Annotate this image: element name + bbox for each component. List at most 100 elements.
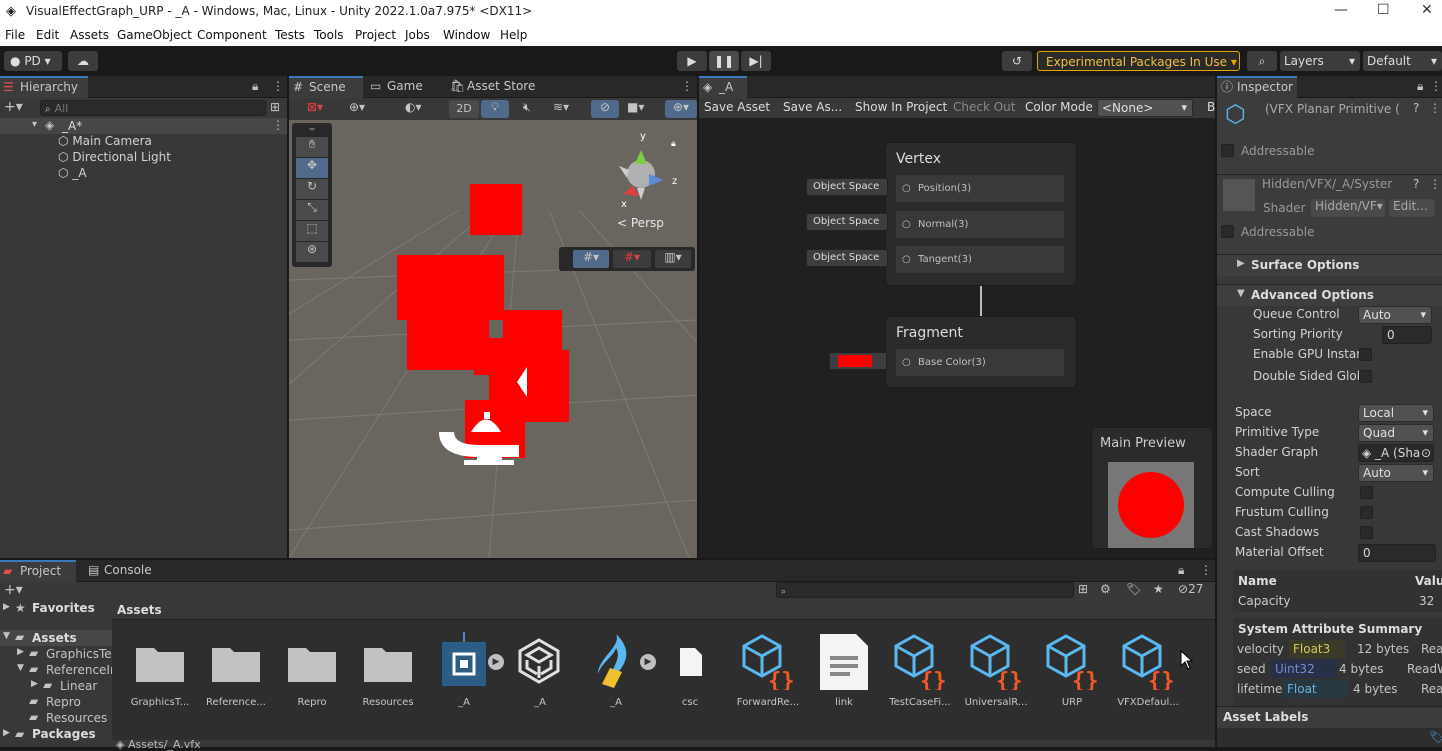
play-preview-icon[interactable]: ▶	[640, 654, 656, 670]
favorite-icon[interactable]: ★	[1153, 582, 1164, 596]
compute-culling-checkbox[interactable]	[1360, 486, 1373, 499]
addressable-checkbox[interactable]	[1221, 225, 1234, 238]
edit-shader-button[interactable]: Edit...	[1389, 199, 1435, 217]
shader-dropdown[interactable]: Hidden/VF▾	[1311, 199, 1385, 217]
base-color-port[interactable]: ○ Base Color(3)	[896, 349, 1064, 376]
assets-breadcrumb[interactable]: Assets	[117, 603, 162, 617]
menu-assets[interactable]: Assets	[70, 28, 109, 42]
menu-jobs[interactable]: Jobs	[405, 28, 430, 42]
tab-hierarchy[interactable]: ☰ Hierarchy	[0, 76, 88, 98]
position-port[interactable]: ○ Position(3)	[896, 175, 1064, 202]
2d-toggle[interactable]: 2D	[449, 100, 479, 118]
close-icon[interactable]: ✕	[1421, 2, 1433, 18]
transform-tool-icon[interactable]: ⊛	[296, 242, 328, 262]
menu-file[interactable]: File	[5, 28, 25, 42]
search-icon[interactable]: ⌕	[1247, 51, 1277, 71]
tab-inspector[interactable]: ⓘ Inspector	[1217, 76, 1297, 98]
hand-tool-icon[interactable]: ✋︎	[296, 137, 328, 157]
queue-control-dropdown[interactable]: Auto	[1358, 306, 1432, 324]
tree-item[interactable]: ▰ Repro	[0, 694, 112, 710]
object-picker-icon[interactable]: ⊙	[1420, 445, 1431, 461]
scale-tool-icon[interactable]: ⤡	[296, 200, 328, 220]
minimize-icon[interactable]: —	[1334, 2, 1348, 18]
history-icon[interactable]: ↺	[1002, 51, 1032, 71]
experimental-packages-button[interactable]: Experimental Packages In Use ▾	[1037, 51, 1240, 71]
kebab-menu-icon[interactable]: ⋮	[272, 79, 284, 93]
grid-snap-icon[interactable]: #▾	[573, 250, 609, 268]
grid-visibility-icon[interactable]: ▥▾	[655, 250, 691, 268]
menu-window[interactable]: Window	[443, 28, 490, 42]
cast-shadows-checkbox[interactable]	[1360, 526, 1373, 539]
menu-tests[interactable]: Tests	[275, 28, 305, 42]
tab-console[interactable]: ▤ Console	[84, 560, 160, 582]
hierarchy-item[interactable]: ⬡ _A	[58, 166, 87, 180]
save-as-button[interactable]: Save As...	[783, 100, 842, 114]
kebab-menu-icon[interactable]: ⋮	[1429, 177, 1441, 191]
shading-icon[interactable]: ◐▾	[405, 100, 422, 114]
gizmos-icon[interactable]: ⊕▾	[665, 100, 697, 118]
object-space-input[interactable]: Object Space	[806, 213, 888, 231]
sort-dropdown[interactable]: Auto	[1358, 464, 1434, 482]
rect-tool-icon[interactable]: ⬚	[296, 221, 328, 241]
kebab-menu-icon[interactable]: ⋮	[1429, 101, 1441, 115]
play-icon[interactable]: ▶	[677, 51, 707, 71]
lighting-icon[interactable]: 💡︎	[481, 100, 509, 118]
show-in-project-button[interactable]: Show In Project	[855, 100, 947, 114]
orientation-gizmo[interactable]	[619, 150, 663, 200]
tab-vfx-graph[interactable]: ◈ _A	[699, 76, 747, 98]
draw-mode-icon[interactable]: ⊠▾	[307, 100, 323, 114]
object-space-input[interactable]: Object Space	[806, 178, 888, 196]
rotate-tool-icon[interactable]: ↻	[296, 179, 328, 199]
layout-dropdown[interactable]: Default ▾	[1363, 51, 1442, 71]
play-preview-icon[interactable]: ▶	[488, 654, 504, 670]
normal-port[interactable]: ○ Normal(3)	[896, 211, 1064, 238]
scene-row[interactable]: ▾ ◈ _A* ⋮	[0, 118, 287, 134]
menu-tools[interactable]: Tools	[314, 28, 344, 42]
camera-icon[interactable]: ■▾	[627, 100, 644, 114]
color-mode-dropdown[interactable]: <None>	[1097, 99, 1193, 117]
check-out-button[interactable]: Check Out	[953, 100, 1015, 114]
menu-help[interactable]: Help	[500, 28, 527, 42]
surface-options-foldout[interactable]: ▶ Surface Options	[1217, 254, 1442, 276]
move-tool-icon[interactable]: ✥	[296, 158, 328, 178]
gizmo-lock-icon[interactable]: 🔒︎	[671, 139, 676, 149]
account-button[interactable]: ● PD ▾	[4, 51, 62, 71]
expand-icon[interactable]: ▾	[32, 119, 37, 130]
audio-icon[interactable]: 🔇︎	[523, 100, 531, 115]
effects-icon[interactable]: ≋▾	[553, 100, 569, 114]
tree-item[interactable]: ▼ ▰ ReferenceIn	[0, 662, 112, 678]
help-icon[interactable]: ?	[1413, 101, 1419, 115]
hidden-packages-icon[interactable]: ⊘27	[1178, 582, 1203, 596]
vertex-node[interactable]: Vertex ○ Position(3) ○ Normal(3) ○ Tangent(…	[885, 142, 1077, 286]
increment-snap-icon[interactable]: #▾	[613, 250, 651, 268]
frustum-culling-checkbox[interactable]	[1360, 506, 1373, 519]
asset-labels-section[interactable]: Asset Labels	[1217, 706, 1442, 728]
primitive-type-dropdown[interactable]: Quad	[1358, 424, 1434, 442]
global-icon[interactable]: ⊕▾	[349, 100, 365, 114]
packages-item[interactable]: ▶ ▰ Packages	[0, 726, 112, 744]
kebab-menu-icon[interactable]: ⋮	[272, 118, 284, 132]
object-space-input[interactable]: Object Space	[806, 249, 888, 267]
maximize-icon[interactable]: ☐	[1377, 2, 1390, 18]
kebab-menu-icon[interactable]: ⋮	[1200, 563, 1212, 577]
fragment-node[interactable]: Fragment ○ Base Color(3)	[885, 316, 1077, 388]
main-preview[interactable]: Main Preview	[1091, 427, 1213, 549]
advanced-options-foldout[interactable]: ▼ Advanced Options	[1217, 284, 1442, 306]
menu-edit[interactable]: Edit	[36, 28, 59, 42]
step-icon[interactable]: ▶|	[741, 51, 771, 71]
double-sided-gi-checkbox[interactable]	[1359, 370, 1372, 383]
hierarchy-item[interactable]: ⬡ Main Camera	[58, 134, 152, 148]
gpu-instancing-checkbox[interactable]	[1359, 348, 1372, 361]
add-icon[interactable]: +▾	[4, 99, 23, 115]
kebab-menu-icon[interactable]: ⋮	[1430, 79, 1442, 93]
blackboard-button[interactable]: B	[1207, 100, 1215, 114]
layers-dropdown[interactable]: Layers ▾	[1280, 51, 1360, 71]
menu-gameobject[interactable]: GameObject	[117, 28, 192, 42]
scene-visibility-icon[interactable]: ⊞	[270, 100, 280, 114]
add-icon[interactable]: +▾	[4, 582, 23, 598]
tab-project[interactable]: ▰ Project	[0, 560, 76, 582]
cloud-icon[interactable]: ☁	[68, 51, 98, 71]
filter-by-type-icon[interactable]: ⚙︎	[1100, 582, 1111, 596]
sorting-priority-field[interactable]: 0	[1382, 326, 1432, 344]
space-dropdown[interactable]: Local	[1358, 404, 1434, 422]
